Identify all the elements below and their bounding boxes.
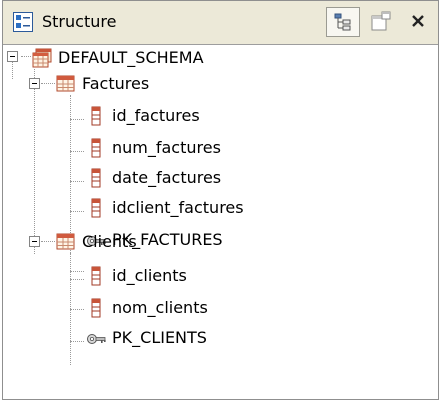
structure-view: Structure DEFAULT_SCHEMA Factures id_fac… bbox=[2, 0, 439, 400]
column-label: id_factures bbox=[112, 106, 200, 125]
view-header: Structure bbox=[3, 1, 438, 45]
key-icon bbox=[87, 334, 106, 344]
column-icon bbox=[91, 266, 101, 286]
column-label: date_factures bbox=[112, 168, 222, 187]
tree-guide bbox=[70, 119, 84, 120]
tree-guide bbox=[41, 241, 55, 242]
schema-icon bbox=[32, 48, 52, 68]
column-icon bbox=[91, 138, 101, 158]
tree-guide bbox=[70, 151, 84, 152]
table-label: Clients bbox=[82, 232, 137, 251]
column-label: nom_clients bbox=[112, 298, 208, 317]
table-icon bbox=[56, 75, 75, 92]
window-icon bbox=[371, 11, 391, 31]
tree-guide bbox=[21, 56, 31, 57]
tree-guide bbox=[41, 83, 55, 84]
structure-tree: DEFAULT_SCHEMA Factures id_factures num_… bbox=[3, 45, 438, 399]
column-icon bbox=[91, 198, 101, 218]
collapse-table-toggle[interactable] bbox=[29, 78, 40, 89]
column-label: id_clients bbox=[112, 266, 187, 285]
tree-guide bbox=[70, 341, 84, 342]
column-icon bbox=[91, 168, 101, 188]
column-label: num_factures bbox=[112, 138, 221, 157]
column-icon bbox=[91, 298, 101, 318]
view-title: Structure bbox=[42, 12, 117, 31]
primary-key-label: PK_CLIENTS bbox=[112, 328, 207, 347]
tree-guide bbox=[70, 181, 84, 182]
schema-label: DEFAULT_SCHEMA bbox=[58, 48, 204, 67]
hierarchy-icon bbox=[334, 13, 351, 31]
table-icon bbox=[56, 233, 75, 250]
collapse-table-toggle[interactable] bbox=[29, 236, 40, 247]
tree-layout-button[interactable] bbox=[326, 7, 360, 37]
collapse-schema-toggle[interactable] bbox=[7, 51, 18, 62]
table-label: Factures bbox=[82, 74, 150, 93]
tree-guide bbox=[70, 271, 84, 272]
tree-guide bbox=[70, 211, 84, 212]
view-menu-button[interactable] bbox=[364, 7, 398, 37]
column-icon bbox=[91, 106, 101, 126]
structure-view-icon bbox=[13, 12, 33, 32]
tree-guide bbox=[70, 279, 84, 280]
tree-guide bbox=[70, 309, 84, 310]
tree-guide bbox=[34, 69, 35, 254]
column-label: idclient_factures bbox=[112, 198, 244, 217]
close-icon[interactable] bbox=[407, 10, 431, 34]
